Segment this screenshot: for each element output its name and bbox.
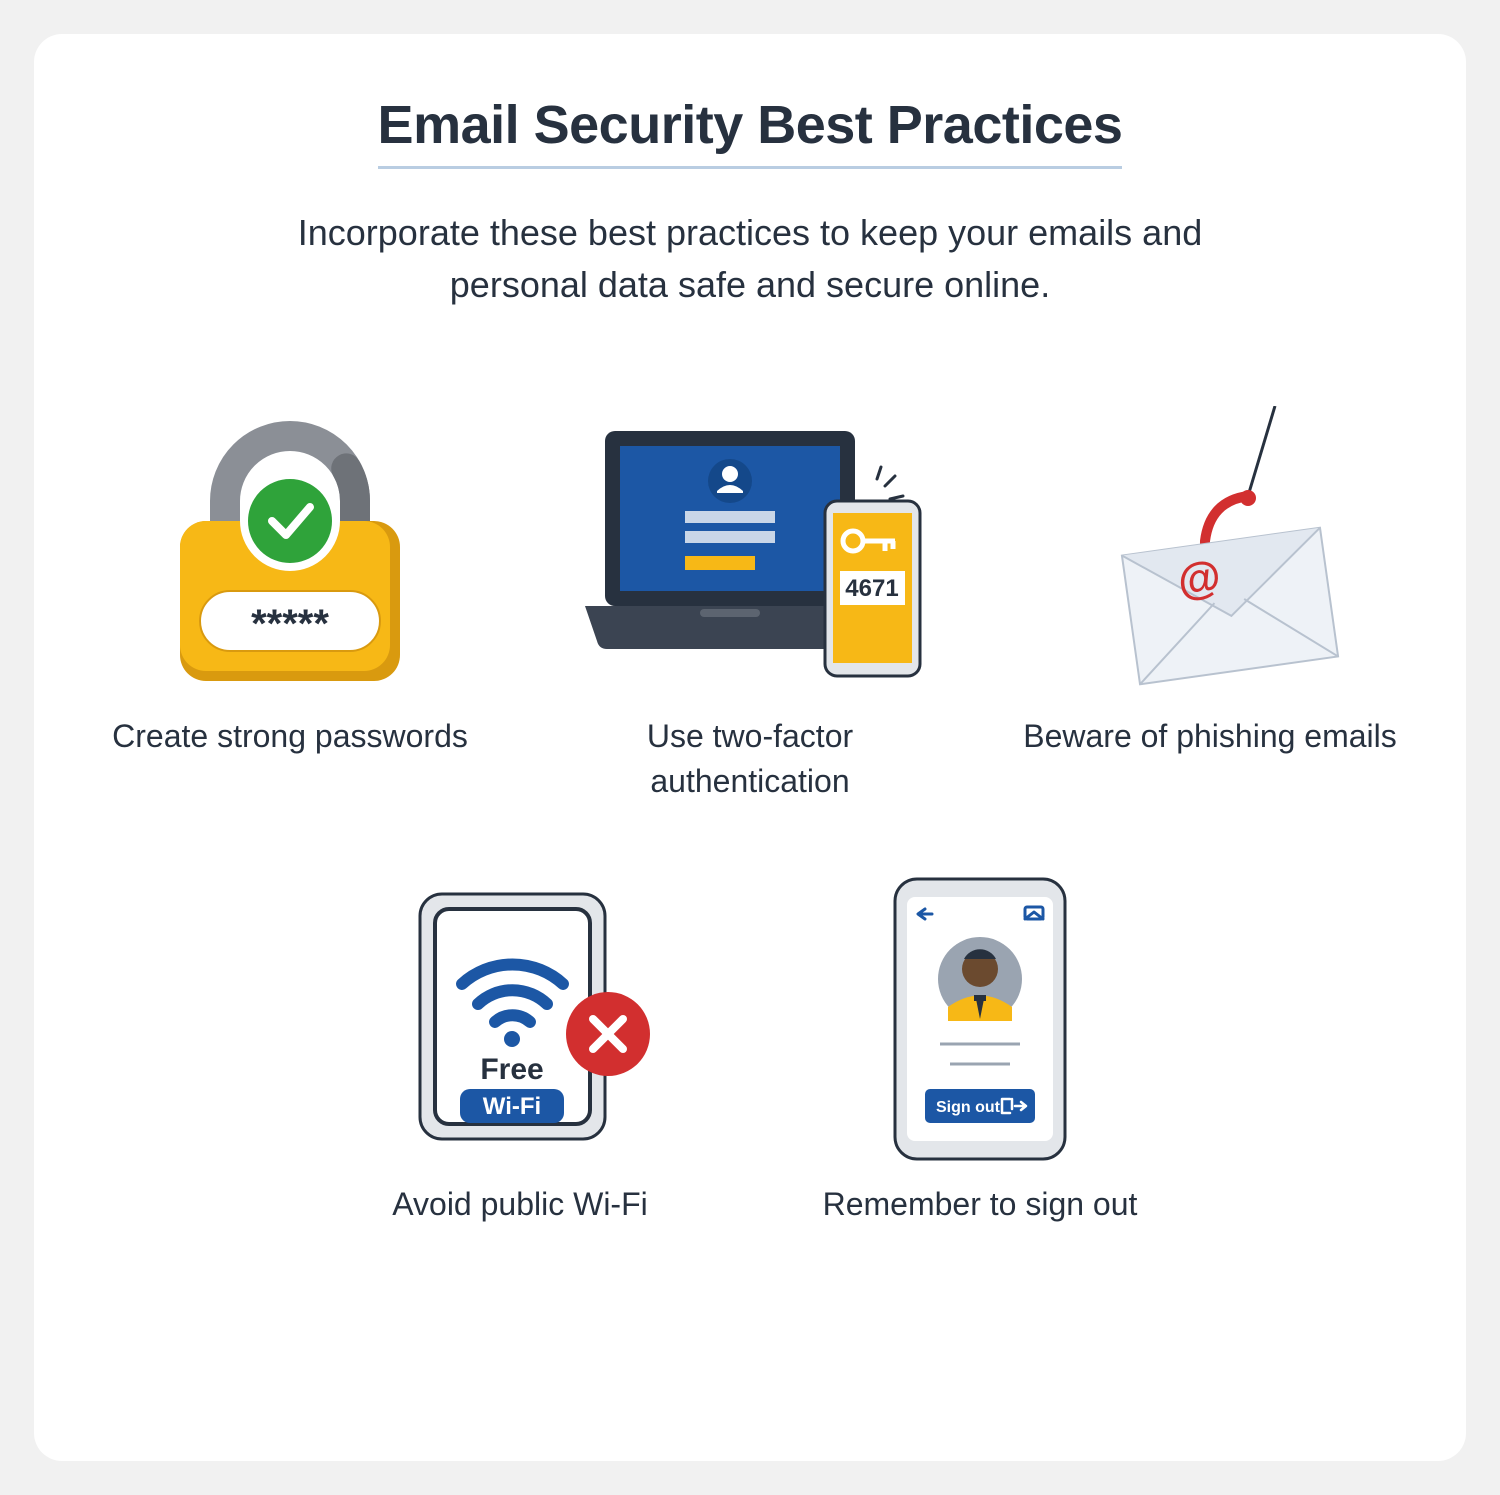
practice-caption: Use two-factor authentication [560,714,940,804]
signout-phone-icon: Sign out [870,874,1090,1164]
two-factor-code-text: 4671 [845,575,898,602]
wifi-sign-icon: Free Wi-Fi [370,874,670,1164]
password-mask-text: ***** [251,602,329,646]
laptop-2fa-icon: 4671 [565,406,935,696]
practice-item-wifi: Free Wi-Fi Avoid public Wi-Fi [330,874,710,1227]
page-subtitle: Incorporate these best practices to keep… [225,207,1275,311]
at-symbol-text: @ [1175,552,1224,606]
wifi-label-text: Wi-Fi [483,1093,541,1120]
infographic-card: Email Security Best Practices Incorporat… [34,34,1466,1461]
wifi-free-text: Free [480,1053,543,1086]
practice-caption: Create strong passwords [112,714,468,759]
practice-caption: Avoid public Wi-Fi [392,1182,647,1227]
phishing-icon: @ [1060,406,1360,696]
padlock-icon: ***** [160,406,420,696]
practice-caption: Beware of phishing emails [1023,714,1397,759]
practice-item-passwords: ***** Create strong passwords [100,406,480,804]
practice-item-signout: Sign out Remember to sign out [790,874,1170,1227]
practices-grid: ***** Create strong passwords [94,406,1406,1226]
sign-out-button-text: Sign out [936,1099,1001,1116]
practice-caption: Remember to sign out [823,1182,1138,1227]
practice-item-phishing: @ Beware of phishing emails [1020,406,1400,804]
practice-item-2fa: 4671 Use two-factor authentication [560,406,940,804]
page-title: Email Security Best Practices [378,94,1123,169]
